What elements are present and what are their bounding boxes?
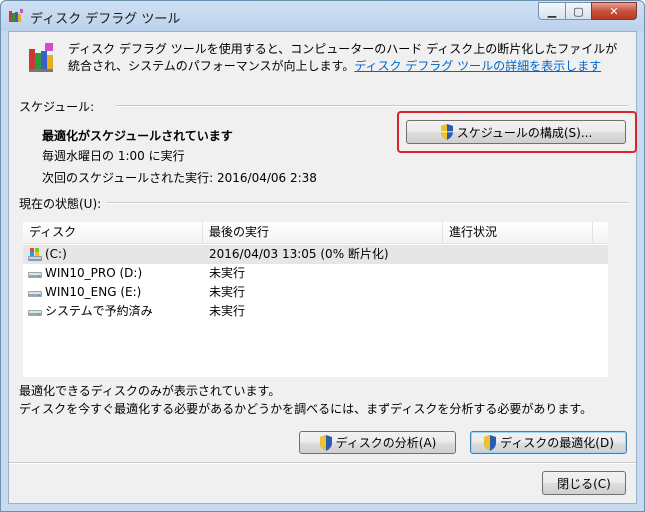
- disk-last-run: 未実行: [209, 266, 246, 280]
- disk-name: システムで予約済み: [45, 304, 153, 318]
- footer-note-2: ディスクを今すぐ最適化する必要があるかどうかを調べるには、まずディスクを分析する…: [19, 402, 593, 416]
- column-last-run[interactable]: 最後の実行: [203, 222, 443, 243]
- minimize-button[interactable]: ▁: [538, 2, 566, 20]
- title-bar[interactable]: ディスク デフラグ ツール ▁ ▢ ✕: [1, 1, 644, 31]
- disk-name: WIN10_PRO (D:): [45, 266, 143, 280]
- disk-last-run: 未実行: [209, 304, 246, 318]
- uac-shield-icon: [440, 124, 453, 140]
- maximize-button[interactable]: ▢: [565, 2, 592, 20]
- configure-schedule-label: スケジュールの構成(S)...: [456, 125, 593, 140]
- column-disk-label: ディスク: [29, 225, 77, 239]
- disk-name: (C:): [45, 247, 67, 261]
- uac-shield-icon: [484, 434, 497, 451]
- close-window-button[interactable]: ✕: [591, 2, 637, 20]
- close-button-label: 閉じる(C): [557, 476, 611, 491]
- description: ディスク デフラグ ツールを使用すると、コンピューターのハード ディスク上の断片…: [68, 41, 628, 75]
- disk-row-reserved[interactable]: システムで予約済み 未実行: [23, 302, 608, 321]
- defrag-disk-button[interactable]: ディスクの最適化(D): [470, 431, 627, 454]
- column-progress[interactable]: 進行状況: [443, 222, 593, 243]
- hard-drive-icon: [28, 272, 42, 278]
- analyze-disk-button[interactable]: ディスクの分析(A): [299, 431, 456, 454]
- disk-name: WIN10_ENG (E:): [45, 285, 142, 299]
- uac-shield-icon: [319, 434, 332, 451]
- disk-row-d[interactable]: WIN10_PRO (D:) 未実行: [23, 264, 608, 283]
- defrag-window: ディスク デフラグ ツール ▁ ▢ ✕ ディスク デフラグ ツールを使用すると、…: [0, 0, 645, 512]
- disk-row-c[interactable]: (C:) 2016/04/03 13:05 (0% 断片化): [23, 245, 608, 264]
- defrag-disk-label: ディスクの最適化(D): [500, 436, 614, 450]
- configure-schedule-button[interactable]: スケジュールの構成(S)...: [406, 120, 626, 144]
- disk-list-header: ディスク 最後の実行 進行状況: [23, 222, 608, 244]
- next-run: 次回のスケジュールされた実行: 2016/04/06 2:38: [42, 171, 317, 185]
- close-button[interactable]: 閉じる(C): [542, 471, 626, 495]
- window-title: ディスク デフラグ ツール: [30, 12, 181, 27]
- analyze-disk-label: ディスクの分析(A): [335, 436, 437, 450]
- footer-note-1: 最適化できるディスクのみが表示されています。: [19, 384, 281, 398]
- column-last-run-label: 最後の実行: [209, 225, 270, 239]
- close-icon: ✕: [609, 4, 619, 18]
- schedule-frequency: 毎週水曜日の 1:00 に実行: [42, 149, 185, 163]
- footer-divider: [9, 462, 636, 464]
- disk-last-run: 未実行: [209, 285, 246, 299]
- column-disk[interactable]: ディスク: [23, 222, 203, 243]
- details-link[interactable]: ディスク デフラグ ツールの詳細を表示します: [354, 59, 601, 73]
- status-divider: [106, 202, 628, 204]
- schedule-section-label: スケジュール:: [19, 100, 95, 114]
- disk-row-e[interactable]: WIN10_ENG (E:) 未実行: [23, 283, 608, 302]
- schedule-status: 最適化がスケジュールされています: [42, 129, 233, 143]
- defrag-app-icon: [9, 9, 23, 22]
- minimize-icon: ▁: [547, 4, 557, 18]
- system-drive-icon: [28, 248, 42, 261]
- disk-list[interactable]: ディスク 最後の実行 進行状況 (C:) 2016/04/03 13:05 (0…: [23, 222, 608, 377]
- client-area: ディスク デフラグ ツールを使用すると、コンピューターのハード ディスク上の断片…: [8, 31, 637, 504]
- hard-drive-icon: [28, 291, 42, 297]
- maximize-icon: ▢: [573, 4, 584, 18]
- disk-last-run: 2016/04/03 13:05 (0% 断片化): [209, 247, 389, 261]
- current-status-label: 現在の状態(U):: [19, 197, 102, 211]
- hard-drive-icon: [28, 310, 42, 316]
- schedule-divider: [116, 105, 628, 107]
- defrag-large-icon: [29, 43, 53, 72]
- column-progress-label: 進行状況: [449, 225, 498, 239]
